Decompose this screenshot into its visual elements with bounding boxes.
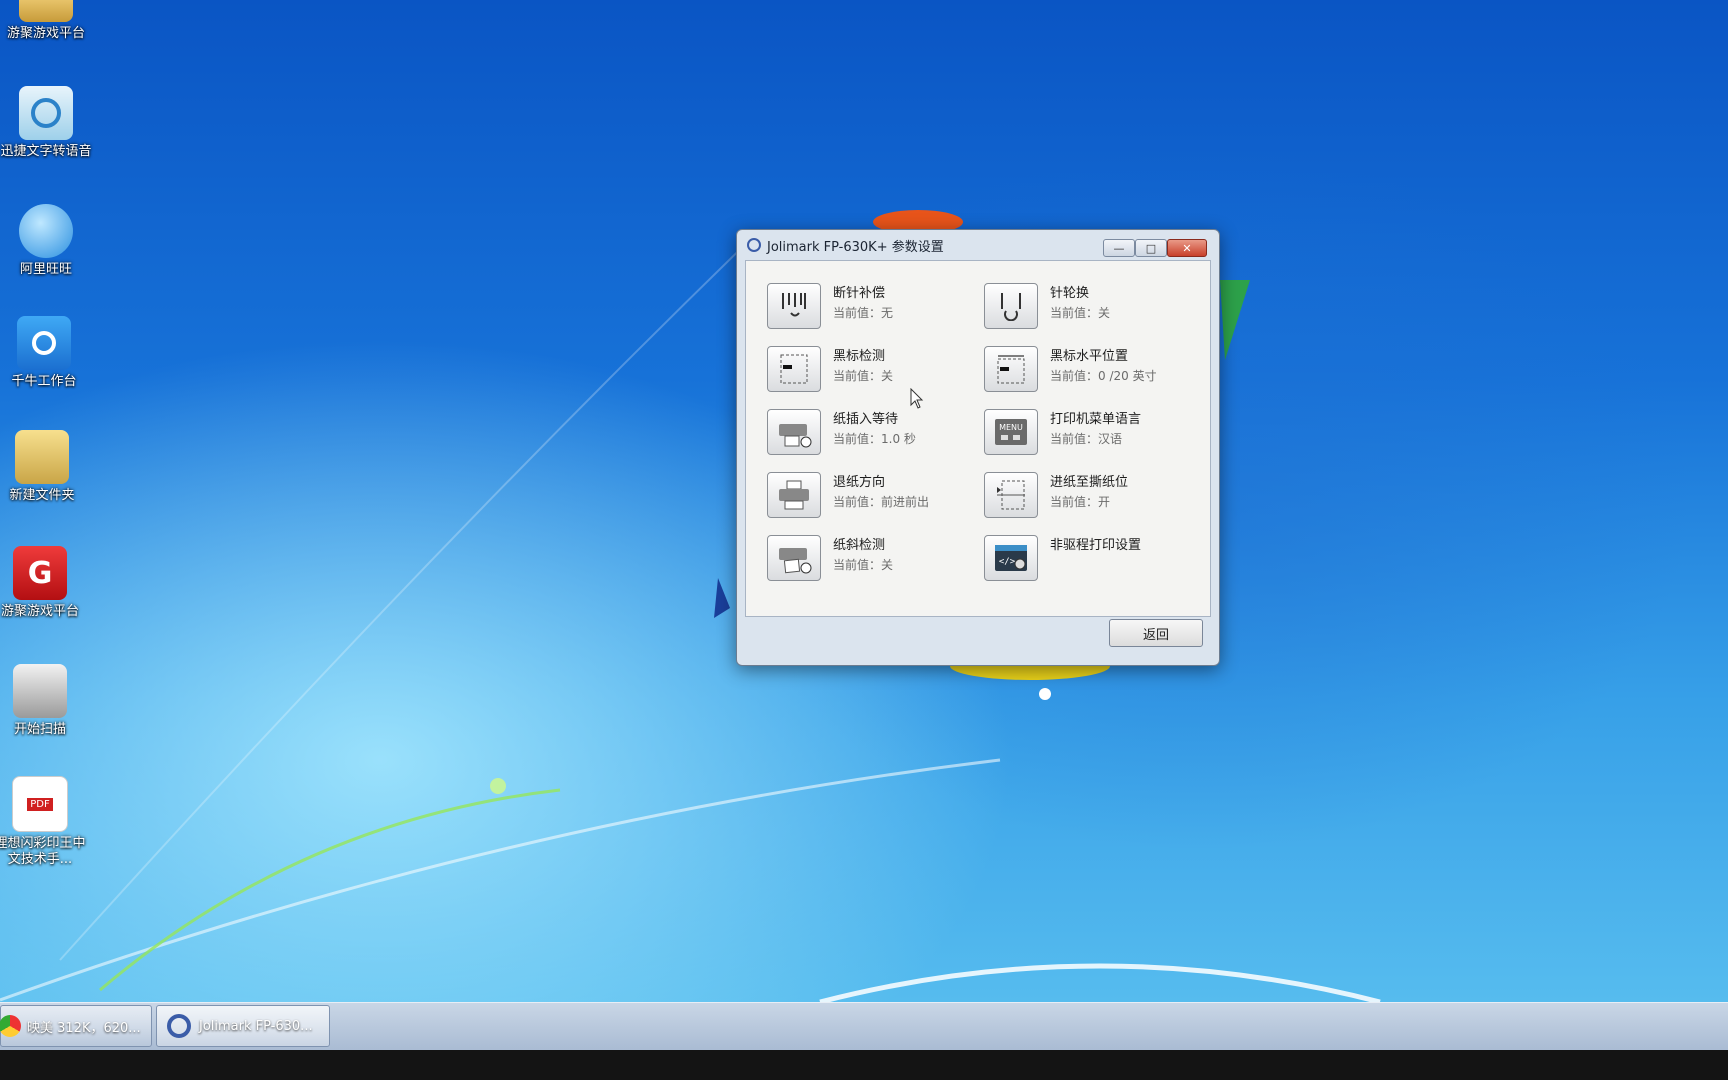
- setting-value: 当前值：前进前出: [833, 495, 930, 509]
- desktop-icon-game-platform[interactable]: 游聚游戏平台: [0, 0, 94, 42]
- setting-name: 纸插入等待: [833, 412, 899, 427]
- setting-value: 当前值：1.0 秒: [833, 432, 916, 446]
- setting-name: 进纸至撕纸位: [1050, 475, 1129, 490]
- taskbar-item-label: 映美 312K，620...: [27, 1020, 141, 1036]
- setting-feed-to-tear[interactable]: 进纸至撕纸位 当前值：开: [984, 472, 1199, 528]
- dialog-title: Jolimark FP-630K+ 参数设置: [767, 239, 944, 255]
- desktop-icon-label: 阿里旺旺: [19, 262, 72, 277]
- back-button[interactable]: 返回: [1109, 619, 1203, 647]
- setting-broken-needle[interactable]: 断针补偿 当前值：无: [767, 283, 982, 339]
- setting-name: 打印机菜单语言: [1050, 412, 1142, 427]
- setting-name: 纸斜检测: [833, 538, 886, 553]
- monitor-bezel: [0, 1050, 1728, 1080]
- dialog-titlebar[interactable]: Jolimark FP-630K+ 参数设置 — □ ✕: [737, 230, 1219, 260]
- pdf-icon: PDF: [12, 776, 68, 832]
- desktop-icon-aliwangwang[interactable]: 阿里旺旺: [0, 204, 94, 278]
- printer-settings-icon: [167, 1014, 191, 1038]
- svg-text:</>: </>: [999, 557, 1016, 567]
- desktop-icon-label: 理想闪彩印王中文技术手...: [0, 836, 86, 867]
- game-platform-icon: G: [13, 546, 67, 600]
- setting-menu-language[interactable]: MENU 打印机菜单语言 当前值：汉语: [984, 409, 1199, 465]
- paper-skew-detect-icon: [767, 535, 821, 581]
- feed-to-tear-icon: [984, 472, 1038, 518]
- desktop-icon-qianniu[interactable]: 千牛工作台: [0, 316, 92, 390]
- footer-separator: [745, 616, 1211, 617]
- setting-name: 退纸方向: [833, 475, 886, 490]
- maximize-button[interactable]: □: [1135, 239, 1167, 257]
- setting-needle-rotation[interactable]: 针轮换 当前值：关: [984, 283, 1199, 339]
- settings-panel: 断针补偿 当前值：无 黑标检测 当前值：关 纸插入等待 当前值：1.0 秒 退纸…: [745, 260, 1211, 617]
- desktop-icon-label: 游聚游戏平台: [0, 604, 79, 619]
- setting-name: 黑标水平位置: [1050, 349, 1129, 364]
- chrome-icon: [0, 1015, 21, 1037]
- desktop-icon-start-scan[interactable]: 开始扫描: [0, 664, 88, 738]
- setting-name: 断针补偿: [833, 286, 886, 301]
- svg-text:MENU: MENU: [999, 423, 1023, 432]
- setting-black-mark-detect[interactable]: 黑标检测 当前值：关: [767, 346, 982, 402]
- desktop-icon-pdf-manual[interactable]: PDF 理想闪彩印王中文技术手...: [0, 776, 88, 868]
- paper-insert-wait-icon: [767, 409, 821, 455]
- desktop-icon-label: 游聚游戏平台: [6, 26, 85, 41]
- mouse-cursor-icon: [910, 388, 924, 409]
- setting-value: 当前值：关: [1050, 306, 1111, 320]
- printer-settings-dialog: Jolimark FP-630K+ 参数设置 — □ ✕ 断针补偿 当前值：无 …: [736, 229, 1220, 666]
- black-mark-position-icon: [984, 346, 1038, 392]
- setting-black-mark-position[interactable]: 黑标水平位置 当前值：0 /20 英寸: [984, 346, 1199, 402]
- minimize-button[interactable]: —: [1103, 239, 1135, 257]
- menu-language-icon: MENU: [984, 409, 1038, 455]
- black-mark-detect-icon: [767, 346, 821, 392]
- broken-needle-icon: [767, 283, 821, 329]
- desktop-icon-game-platform-2[interactable]: G 游聚游戏平台: [0, 546, 88, 620]
- setting-value: 当前值：关: [833, 369, 894, 383]
- desktop-icon-label: 千牛工作台: [11, 374, 77, 389]
- close-button[interactable]: ✕: [1167, 239, 1207, 257]
- setting-value: 当前值：关: [833, 558, 894, 572]
- setting-name: 黑标检测: [833, 349, 886, 364]
- aliwangwang-icon: [19, 204, 73, 258]
- text-to-speech-icon: [19, 86, 73, 140]
- paper-eject-direction-icon: [767, 472, 821, 518]
- desktop-icon-label: 迅捷文字转语音: [0, 144, 92, 159]
- setting-paper-skew-detect[interactable]: 纸斜检测 当前值：关: [767, 535, 982, 591]
- setting-non-driver-print[interactable]: </> 非驱程打印设置: [984, 535, 1199, 591]
- setting-value: 当前值：汉语: [1050, 432, 1123, 446]
- setting-value: 当前值：0 /20 英寸: [1050, 369, 1157, 383]
- folder-icon: [15, 430, 69, 484]
- taskbar: 映美 312K，620... Jolimark FP-630...: [0, 1002, 1728, 1051]
- setting-name: 非驱程打印设置: [1050, 538, 1142, 553]
- desktop-icon-label: 新建文件夹: [9, 488, 75, 503]
- taskbar-item-label: Jolimark FP-630...: [199, 1018, 313, 1034]
- taskbar-item-browser[interactable]: 映美 312K，620...: [0, 1005, 152, 1047]
- qianniu-icon: [17, 316, 71, 370]
- needle-rotation-icon: [984, 283, 1038, 329]
- desktop-icon-label: 开始扫描: [13, 722, 66, 737]
- setting-paper-insert-wait[interactable]: 纸插入等待 当前值：1.0 秒: [767, 409, 982, 465]
- non-driver-print-icon: </>: [984, 535, 1038, 581]
- app-icon: [747, 238, 761, 252]
- setting-name: 针轮换: [1050, 286, 1090, 301]
- setting-value: 当前值：开: [1050, 495, 1111, 509]
- folder-icon: [19, 0, 73, 22]
- taskbar-item-printer-settings[interactable]: Jolimark FP-630...: [156, 1005, 330, 1047]
- desktop-icon-new-folder[interactable]: 新建文件夹: [0, 430, 90, 504]
- setting-paper-eject-direction[interactable]: 退纸方向 当前值：前进前出: [767, 472, 982, 528]
- scanner-icon: [13, 664, 67, 718]
- setting-value: 当前值：无: [833, 306, 894, 320]
- desktop-icon-text-to-speech[interactable]: 迅捷文字转语音: [0, 86, 94, 160]
